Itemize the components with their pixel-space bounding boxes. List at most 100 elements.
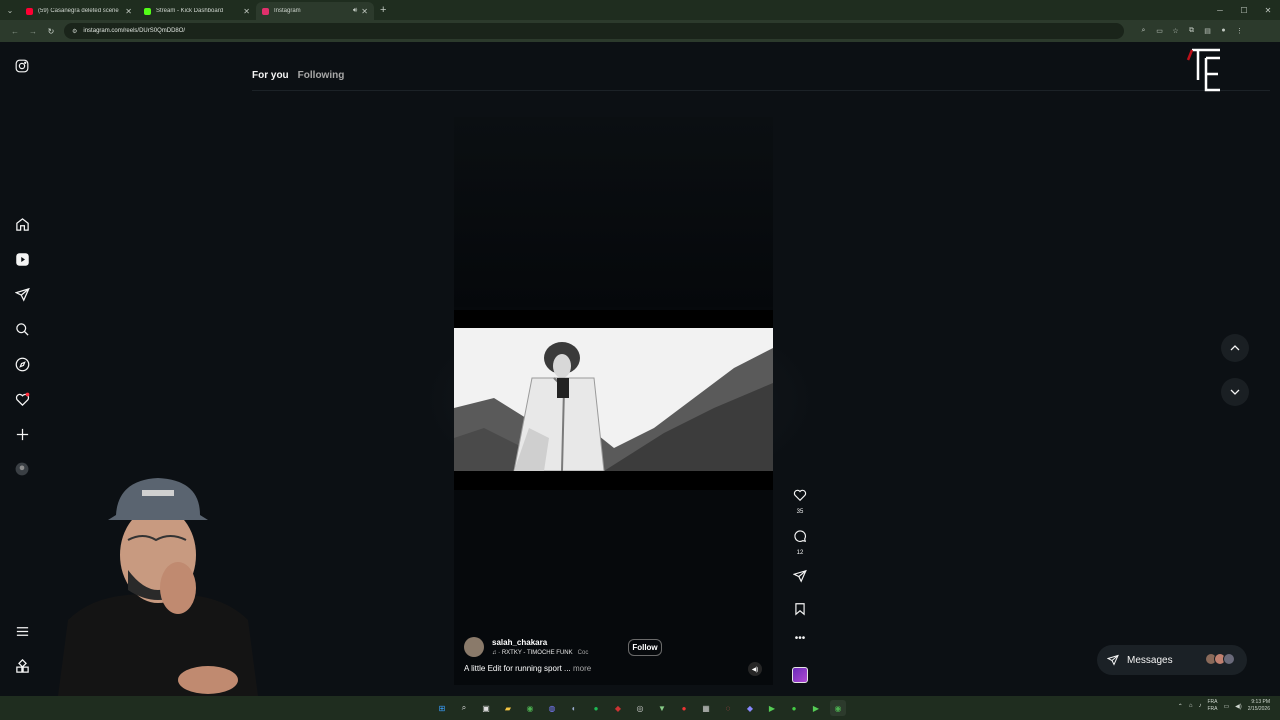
- clock-date: 2/15/2026: [1247, 706, 1270, 712]
- app-icon[interactable]: ▼: [654, 700, 670, 716]
- chrome-active-icon[interactable]: ◉: [830, 700, 846, 716]
- tab-kick[interactable]: Stream - Kick Dashboard ✕: [138, 2, 256, 20]
- lang-bottom: FRA: [1207, 706, 1218, 712]
- comment-icon[interactable]: [793, 529, 807, 548]
- audio-icon[interactable]: [786, 667, 814, 683]
- close-tab-icon[interactable]: ✕: [361, 7, 368, 16]
- file-explorer-icon[interactable]: ▰: [500, 700, 516, 716]
- back-icon[interactable]: ←: [6, 27, 24, 36]
- reel-video[interactable]: [454, 328, 773, 471]
- app-icon[interactable]: ▶: [808, 700, 824, 716]
- reload-icon[interactable]: ↻: [42, 27, 60, 36]
- follow-button[interactable]: Follow: [628, 639, 662, 656]
- address-bar[interactable]: ⚙ instagram.com/reels/DUrS0QmDD8O/: [64, 23, 1124, 39]
- network-icon[interactable]: ⌂: [1189, 703, 1193, 709]
- app-icon[interactable]: ▦: [698, 700, 714, 716]
- bookmark-star-icon[interactable]: ☆: [1170, 27, 1181, 35]
- speaker-icon[interactable]: 🔊︎: [353, 7, 357, 15]
- windows-start-icon[interactable]: ⊞: [434, 700, 450, 716]
- more-menu-icon[interactable]: [12, 621, 32, 641]
- tab-title: Stream - Kick Dashboard: [156, 8, 224, 14]
- close-tab-icon[interactable]: ✕: [125, 7, 132, 16]
- browser-tab-bar: ⌄ (59) Casanegra deleted scene ✕ Stream …: [0, 0, 1280, 20]
- close-window-icon[interactable]: ✕: [1256, 6, 1280, 15]
- author-username[interactable]: salah_chakara: [492, 638, 588, 647]
- tab-search-icon[interactable]: ⌄: [0, 0, 20, 20]
- extensions-icon[interactable]: ⧉: [1186, 27, 1197, 35]
- reel-author: salah_chakara ♫ · RXTKY - TIMOCHE FUNK C…: [464, 637, 588, 657]
- tab-title: Instagram: [274, 8, 301, 14]
- forward-icon[interactable]: →: [24, 27, 42, 36]
- browser-toolbar: ← → ↻ ⚙ instagram.com/reels/DUrS0QmDD8O/…: [0, 20, 1280, 42]
- tab-instagram[interactable]: Instagram 🔊︎ ✕: [256, 2, 374, 20]
- maximize-icon[interactable]: ☐: [1232, 6, 1256, 15]
- window-controls: ─ ☐ ✕: [1208, 0, 1280, 20]
- profile-avatar[interactable]: [12, 459, 32, 479]
- url-text: instagram.com/reels/DUrS0QmDD8O/: [83, 28, 186, 34]
- reels-icon[interactable]: [12, 249, 32, 269]
- also-from-meta-icon[interactable]: [12, 656, 32, 676]
- spotify-icon[interactable]: ●: [588, 700, 604, 716]
- caption-more-link[interactable]: more: [573, 664, 591, 673]
- create-icon[interactable]: [12, 424, 32, 444]
- mic-icon[interactable]: ♪: [1198, 703, 1201, 709]
- display-icon[interactable]: ▭: [1223, 703, 1229, 710]
- windows-taskbar: ⊞ ⌕ ▣ ▰ ◉ ◍ ◐ ● ◆ ◎ ▼ ● ▦ ◌ ◆ ▶ ● ▶ ◉ ⌃ …: [0, 696, 1280, 720]
- explore-icon[interactable]: [12, 354, 32, 374]
- instagram-logo-icon[interactable]: [12, 56, 32, 76]
- app-icon[interactable]: ◆: [742, 700, 758, 716]
- app-icon[interactable]: ▶: [764, 700, 780, 716]
- music-note-icon: ♫ ·: [492, 650, 502, 656]
- search-icon[interactable]: ⌕: [456, 700, 472, 716]
- tray-chevron-icon[interactable]: ⌃: [1178, 703, 1183, 710]
- messages-icon[interactable]: [12, 284, 32, 304]
- zoom-icon[interactable]: ⌕: [1138, 27, 1149, 35]
- more-icon[interactable]: •••: [786, 634, 814, 644]
- obs-icon[interactable]: ◎: [632, 700, 648, 716]
- author-avatar[interactable]: [464, 637, 484, 657]
- clock[interactable]: 9:13 PM 2/15/2026: [1248, 699, 1270, 713]
- save-icon[interactable]: [786, 602, 814, 616]
- app-icon[interactable]: ●: [786, 700, 802, 716]
- messages-button[interactable]: Messages: [1097, 645, 1247, 675]
- reading-list-icon[interactable]: ▤: [1202, 27, 1213, 35]
- webcam-overlay: [58, 470, 258, 696]
- reel-player[interactable]: salah_chakara ♫ · RXTKY - TIMOCHE FUNK C…: [454, 117, 773, 685]
- like-count: 35: [796, 509, 804, 515]
- home-icon[interactable]: [12, 214, 32, 234]
- site-info-icon[interactable]: ⚙: [72, 28, 77, 35]
- tab-youtube[interactable]: (59) Casanegra deleted scene ✕: [20, 2, 138, 20]
- share-icon[interactable]: [786, 569, 814, 583]
- steam-icon[interactable]: ◐: [566, 700, 582, 716]
- instagram-favicon-icon: [262, 7, 269, 15]
- close-tab-icon[interactable]: ✕: [243, 7, 250, 16]
- like-icon[interactable]: [793, 488, 807, 507]
- mute-toggle-icon[interactable]: ◀︎): [748, 662, 762, 676]
- instagram-sidebar: [0, 42, 44, 720]
- audio-info[interactable]: ♫ · RXTKY - TIMOCHE FUNK Coc: [492, 650, 588, 656]
- next-reel-button[interactable]: [1221, 378, 1249, 406]
- app-icon[interactable]: ◌: [720, 700, 736, 716]
- clock-time: 9:13 PM: [1251, 699, 1270, 705]
- cast-icon[interactable]: ▭: [1154, 27, 1165, 35]
- discord-icon[interactable]: ◍: [544, 700, 560, 716]
- search-icon[interactable]: [12, 319, 32, 339]
- profile-icon[interactable]: ●: [1218, 27, 1229, 35]
- language-indicator[interactable]: FRA FRA: [1207, 699, 1217, 713]
- caption-text: A little Edit for running sport ...: [464, 664, 571, 673]
- minimize-icon[interactable]: ─: [1208, 6, 1232, 15]
- notifications-icon[interactable]: [12, 389, 32, 409]
- new-tab-button[interactable]: +: [380, 4, 386, 16]
- volume-icon[interactable]: ◀︎): [1235, 703, 1242, 710]
- tab-following[interactable]: Following: [298, 70, 345, 81]
- letterbox-bottom: [454, 471, 773, 490]
- tab-for-you[interactable]: For you: [252, 70, 289, 81]
- like-action: 35: [786, 488, 814, 515]
- task-view-icon[interactable]: ▣: [478, 700, 494, 716]
- app-icon[interactable]: ◆: [610, 700, 626, 716]
- chrome-icon[interactable]: ◉: [522, 700, 538, 716]
- previous-reel-button[interactable]: [1221, 334, 1249, 362]
- app-icon[interactable]: ●: [676, 700, 692, 716]
- browser-menu-icon[interactable]: ⋮: [1234, 27, 1245, 35]
- letterbox-top: [454, 310, 773, 328]
